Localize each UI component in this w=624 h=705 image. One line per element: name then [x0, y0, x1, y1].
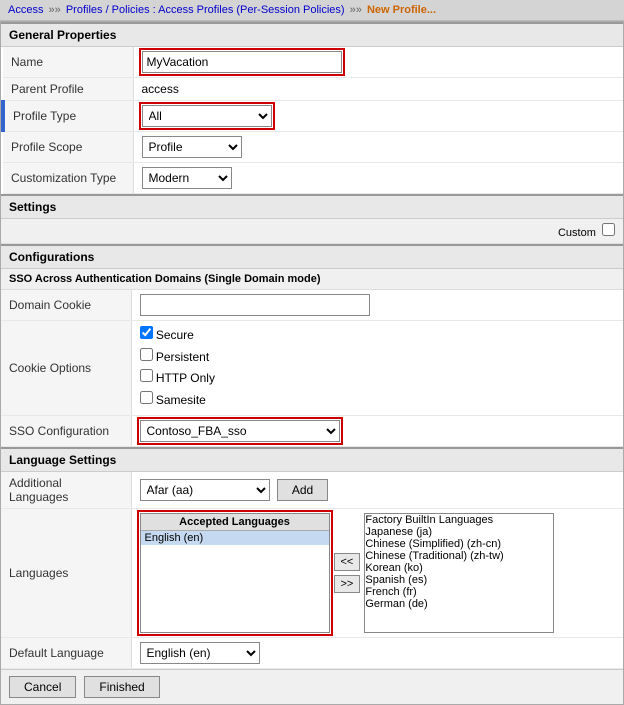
breadcrumb-profiles[interactable]: Profiles / Policies : Access Profiles (P…	[66, 4, 345, 16]
custom-checkbox[interactable]	[602, 223, 615, 236]
accepted-languages-list[interactable]: Accepted Languages English (en)	[140, 513, 330, 633]
cancel-button[interactable]: Cancel	[9, 676, 76, 698]
parent-profile-row: Parent Profile access	[3, 78, 623, 101]
list-item-german[interactable]: German (de)	[365, 598, 553, 610]
persistent-checkbox[interactable]	[140, 348, 153, 361]
list-item-korean[interactable]: Korean (ko)	[365, 562, 553, 574]
samesite-option[interactable]: Samesite	[140, 390, 616, 412]
accepted-languages-container: Accepted Languages English (en)	[140, 513, 330, 633]
configurations-header: Configurations	[1, 244, 623, 269]
name-value-cell	[133, 47, 623, 78]
profile-type-row: Profile Type All	[3, 101, 623, 132]
sso-config-value-cell: Contoso_FBA_sso	[131, 416, 623, 447]
profile-scope-row: Profile Scope Profile	[3, 132, 623, 163]
domain-cookie-row: Domain Cookie	[1, 290, 623, 321]
list-item-english[interactable]: English (en)	[141, 531, 329, 545]
name-label: Name	[3, 47, 133, 78]
language-lists-container: Accepted Languages English (en) << >> Fa…	[140, 513, 616, 633]
settings-row: Custom	[1, 219, 623, 244]
settings-header: Settings	[1, 194, 623, 219]
list-item-spanish[interactable]: Spanish (es)	[365, 574, 553, 586]
breadcrumb-current: New Profile...	[367, 4, 436, 16]
cookie-options-group: Secure Persistent HTTP Only Samesite	[140, 325, 616, 411]
customization-type-select[interactable]: Modern	[142, 167, 232, 189]
transfer-right-button[interactable]: >>	[334, 575, 361, 593]
samesite-checkbox[interactable]	[140, 391, 153, 404]
profile-type-label: Profile Type	[3, 101, 133, 132]
sso-config-select[interactable]: Contoso_FBA_sso	[140, 420, 340, 442]
default-language-row: Default Language English (en)	[1, 638, 623, 669]
list-item-japanese[interactable]: Japanese (ja)	[365, 526, 553, 538]
custom-label: Custom	[558, 223, 615, 239]
customization-type-row: Customization Type Modern	[3, 163, 623, 194]
sso-config-label: SSO Configuration	[1, 416, 131, 447]
parent-profile-value: access	[133, 78, 623, 101]
name-input[interactable]	[142, 51, 342, 73]
persistent-option[interactable]: Persistent	[140, 347, 616, 369]
customization-type-value-cell: Modern	[133, 163, 623, 194]
name-row: Name	[3, 47, 623, 78]
breadcrumb-access[interactable]: Access	[8, 4, 43, 16]
transfer-left-button[interactable]: <<	[334, 553, 361, 571]
language-table: Additional Languages Afar (aa) Add Langu…	[1, 472, 623, 669]
languages-row: Languages Accepted Languages English (en…	[1, 509, 623, 638]
cookie-options-value-cell: Secure Persistent HTTP Only Samesite	[131, 321, 623, 416]
additional-languages-label: Additional Languages	[1, 472, 131, 509]
accepted-languages-header: Accepted Languages	[141, 514, 329, 531]
parent-profile-label: Parent Profile	[3, 78, 133, 101]
customization-type-label: Customization Type	[3, 163, 133, 194]
sso-config-row: SSO Configuration Contoso_FBA_sso	[1, 416, 623, 447]
default-language-label: Default Language	[1, 638, 131, 669]
profile-type-value-cell: All	[133, 101, 623, 132]
sso-subheader: SSO Across Authentication Domains (Singl…	[1, 269, 623, 290]
languages-value-cell: Accepted Languages English (en) << >> Fa…	[131, 509, 623, 638]
default-language-select[interactable]: English (en)	[140, 642, 260, 664]
secure-option[interactable]: Secure	[140, 325, 616, 347]
language-settings-header: Language Settings	[1, 447, 623, 472]
domain-cookie-input[interactable]	[140, 294, 370, 316]
additional-languages-select[interactable]: Afar (aa)	[140, 479, 270, 501]
list-item-french[interactable]: French (fr)	[365, 586, 553, 598]
breadcrumb: Access »» Profiles / Policies : Access P…	[0, 0, 624, 21]
domain-cookie-label: Domain Cookie	[1, 290, 131, 321]
transfer-buttons: << >>	[334, 553, 361, 593]
additional-languages-row: Additional Languages Afar (aa) Add	[1, 472, 623, 509]
cookie-options-label: Cookie Options	[1, 321, 131, 416]
breadcrumb-sep2: »»	[350, 4, 365, 16]
factory-languages-header: Factory BuiltIn Languages	[365, 514, 553, 526]
breadcrumb-sep1: »»	[49, 4, 64, 16]
default-language-value-cell: English (en)	[131, 638, 623, 669]
http-only-option[interactable]: HTTP Only	[140, 368, 616, 390]
profile-scope-select[interactable]: Profile	[142, 136, 242, 158]
profile-scope-label: Profile Scope	[3, 132, 133, 163]
add-language-button[interactable]: Add	[277, 479, 328, 501]
sso-table: Domain Cookie Cookie Options Secure Pers…	[1, 290, 623, 447]
finished-button[interactable]: Finished	[84, 676, 159, 698]
profile-type-select[interactable]: All	[142, 105, 272, 127]
cookie-options-row: Cookie Options Secure Persistent HTTP On…	[1, 321, 623, 416]
secure-checkbox[interactable]	[140, 326, 153, 339]
http-only-checkbox[interactable]	[140, 369, 153, 382]
general-properties-header: General Properties	[1, 22, 623, 47]
additional-languages-value-cell: Afar (aa) Add	[131, 472, 623, 509]
domain-cookie-value-cell	[131, 290, 623, 321]
factory-languages-list[interactable]: Factory BuiltIn Languages Japanese (ja) …	[364, 513, 554, 633]
list-item-chinese-simplified[interactable]: Chinese (Simplified) (zh-cn)	[365, 538, 553, 550]
languages-label: Languages	[1, 509, 131, 638]
general-properties-table: Name Parent Profile access Profile Type …	[1, 47, 623, 194]
profile-scope-value-cell: Profile	[133, 132, 623, 163]
list-item-chinese-traditional[interactable]: Chinese (Traditional) (zh-tw)	[365, 550, 553, 562]
footer-buttons: Cancel Finished	[1, 669, 623, 704]
factory-languages-container: Factory BuiltIn Languages Japanese (ja) …	[364, 513, 554, 633]
